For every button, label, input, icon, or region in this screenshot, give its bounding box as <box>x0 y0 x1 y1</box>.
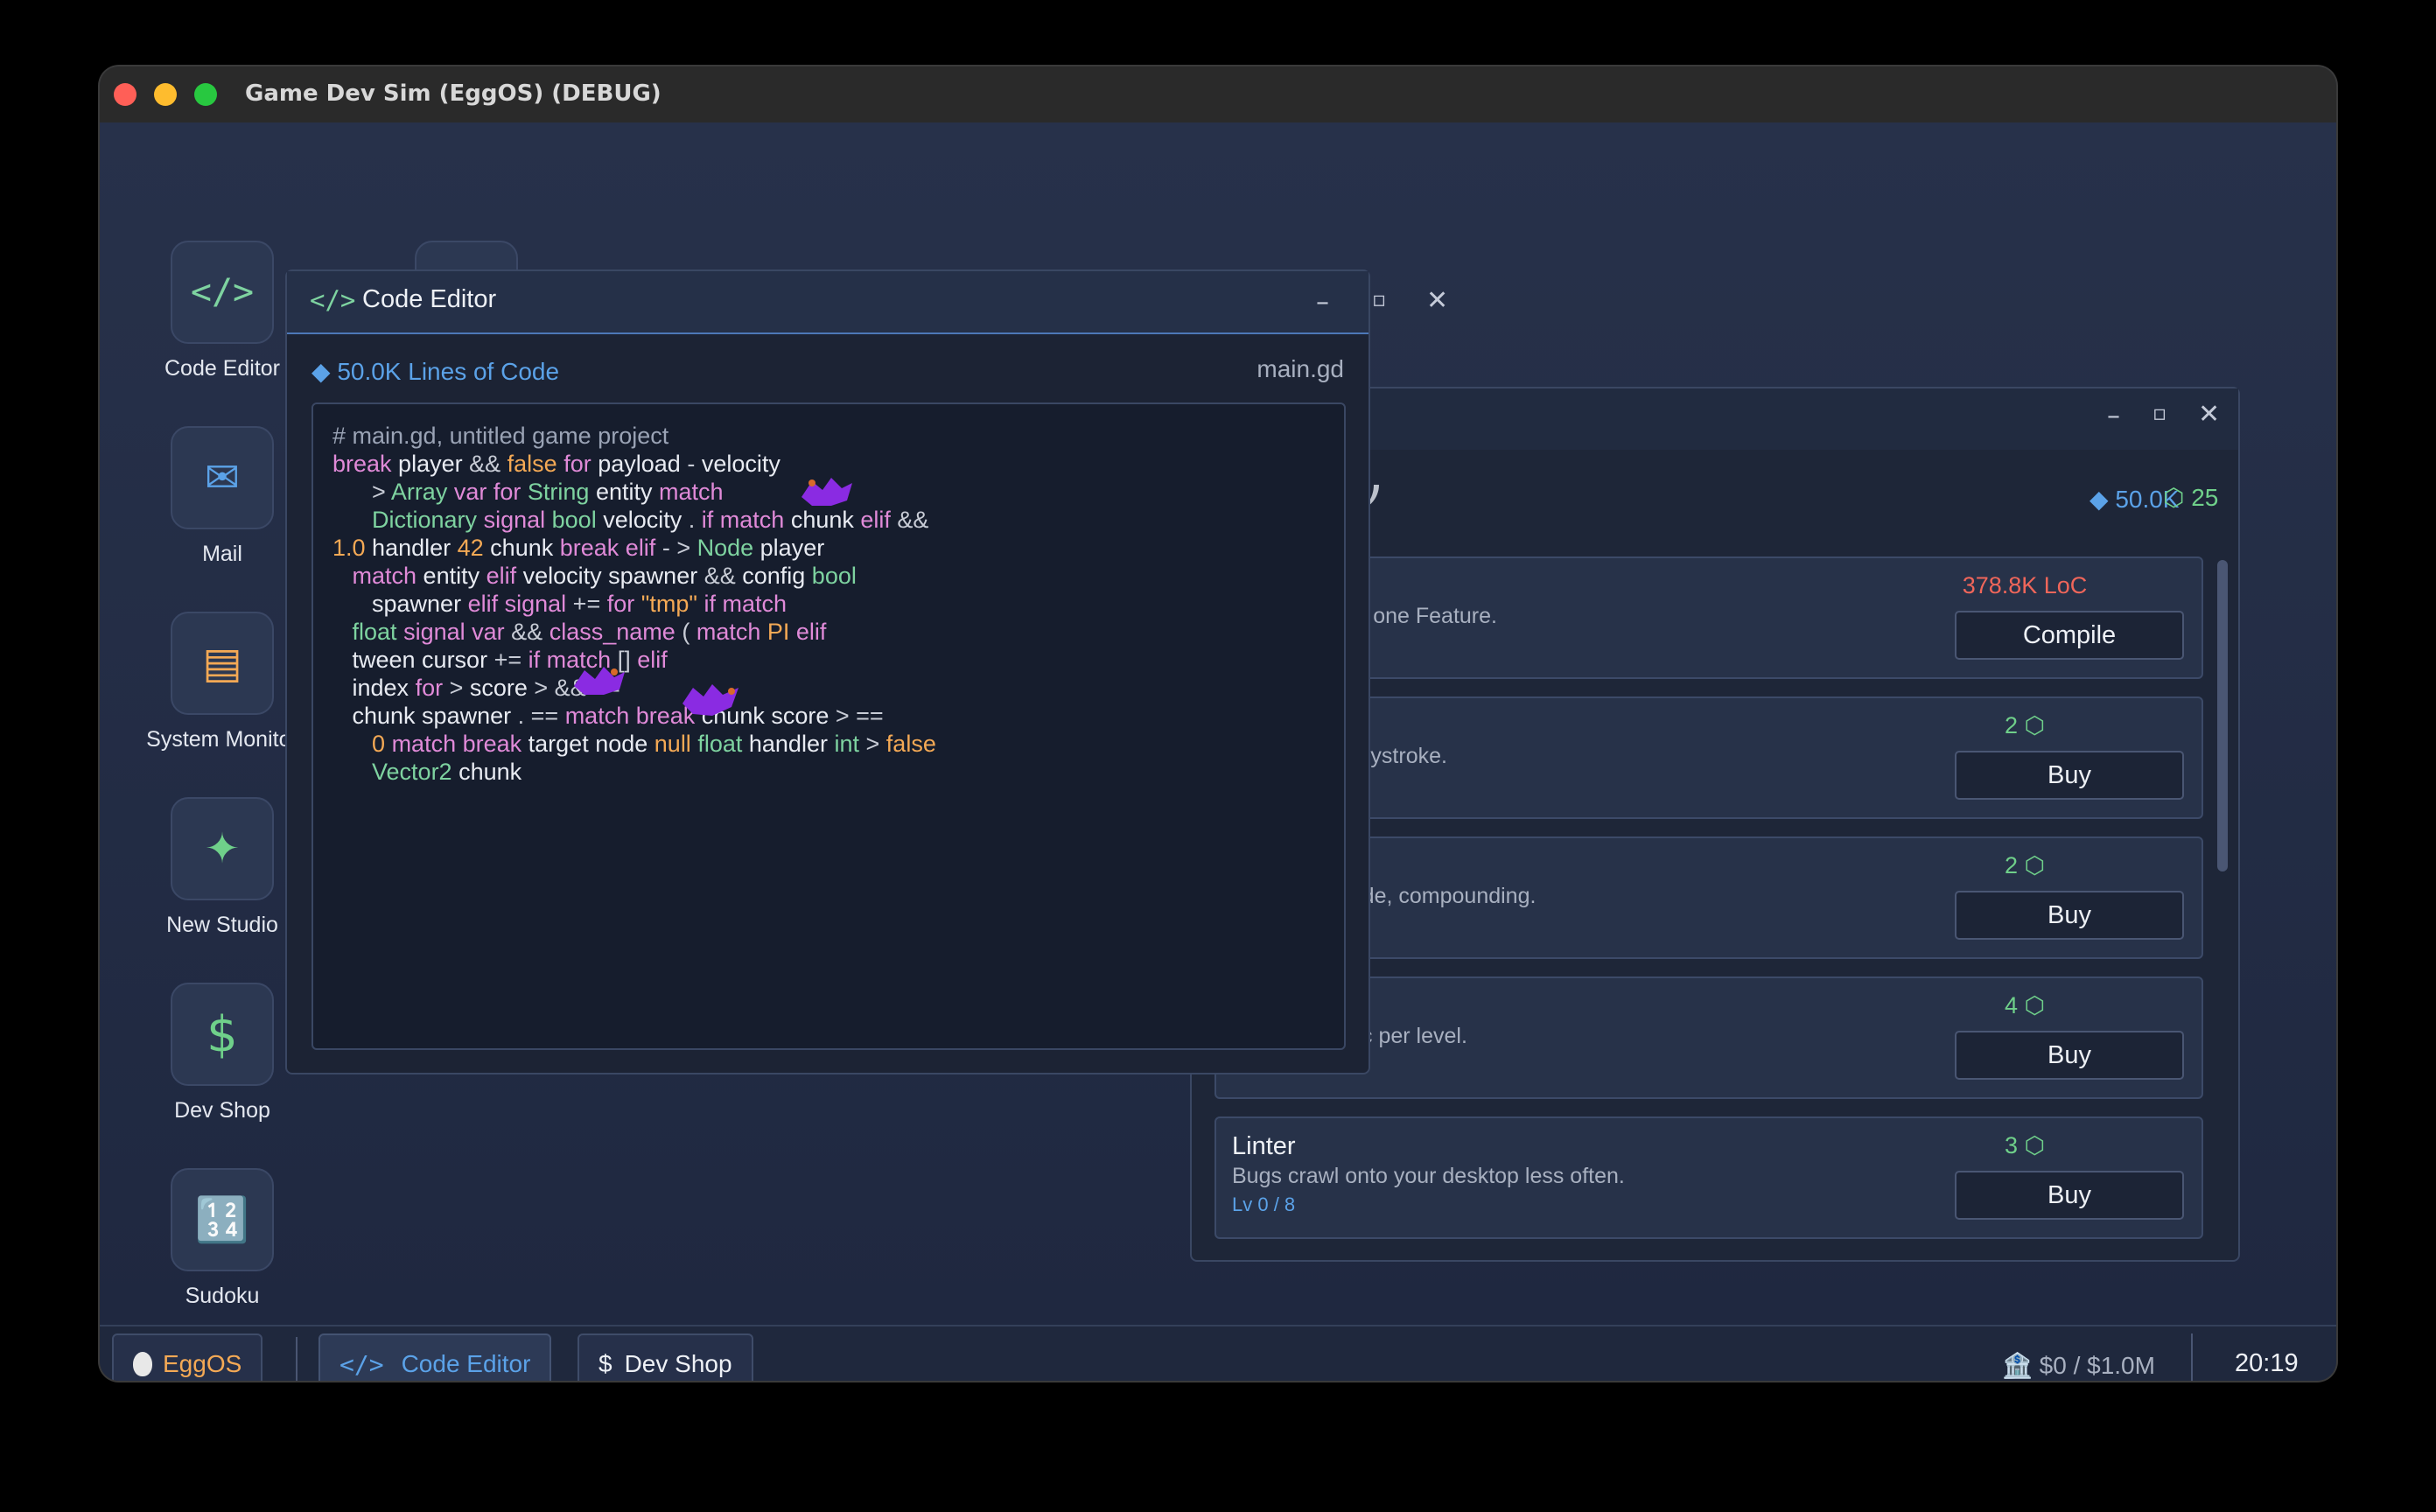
clock: 20:19 <box>2235 1349 2299 1377</box>
code-line: 1.0 handler 42 chunk break elif - > Node… <box>332 535 825 561</box>
window-title: Game Dev Sim (EggOS) (DEBUG) <box>245 80 662 107</box>
code-line: spawner elif signal += for "tmp" if matc… <box>332 591 788 617</box>
zoom-window-button[interactable] <box>194 83 217 106</box>
shop-item-desc: Bugs crawl onto your desktop less often. <box>1232 1164 1625 1188</box>
start-button[interactable]: EggOS <box>112 1334 263 1381</box>
bug-icon[interactable] <box>569 660 628 702</box>
taskbar-app-dev-shop[interactable]: $ Dev Shop <box>578 1334 753 1381</box>
buy-button[interactable]: Buy <box>1955 891 2184 940</box>
shop-item-name: Linter <box>1232 1132 1296 1160</box>
sparkle-icon: ✦ <box>171 797 274 900</box>
taskbar: EggOS </> Code Editor $ Dev Shop 🏦 $0 / … <box>100 1325 2336 1381</box>
code-line: match entity elif velocity spawner && co… <box>352 563 857 589</box>
dollar-icon: $ <box>171 983 274 1086</box>
close-icon[interactable]: ✕ <box>1426 285 1448 316</box>
desktop-icon-label: Code Editor <box>164 356 281 381</box>
code-line: # main.gd, untitled game project <box>332 423 669 449</box>
desktop-icon-system-monitor[interactable]: ▤ System Monitor <box>144 612 301 752</box>
code-editor-window: </> Code Editor – ▫ ✕ ◆ 50.0K Lines of C… <box>285 270 1448 1074</box>
desktop-icon-label: Sudoku <box>185 1284 260 1308</box>
desktop-icon-label: New Studio <box>166 913 278 937</box>
code-line: tween cursor += if match [] elif <box>332 647 668 673</box>
shop-item-linter: Linter Bugs crawl onto your desktop less… <box>1214 1116 2203 1239</box>
desktop-icon-label: Mail <box>202 542 242 566</box>
desktop-icon-code-editor[interactable]: </> Code Editor <box>144 241 301 382</box>
game-window: Game Dev Sim (EggOS) (DEBUG) </> Code Ed… <box>100 66 2336 1381</box>
bug-icon[interactable] <box>677 677 744 721</box>
window-titlebar[interactable]: Game Dev Sim (EggOS) (DEBUG) <box>100 66 2336 122</box>
sudoku-icon: 🔢 <box>171 1168 274 1271</box>
close-icon[interactable]: ✕ <box>2198 399 2220 430</box>
buy-button[interactable]: Buy <box>1955 1171 2184 1220</box>
dollar-icon: $ <box>598 1350 612 1377</box>
desktop-icon-label: Dev Shop <box>174 1098 270 1123</box>
maximize-icon[interactable]: ▫ <box>2152 401 2166 425</box>
maximize-icon[interactable]: ▫ <box>1372 287 1386 312</box>
code-icon: </> <box>171 241 274 344</box>
code-area[interactable]: # main.gd, untitled game project break p… <box>312 402 1346 1050</box>
taskbar-app-label: Dev Shop <box>624 1350 732 1377</box>
taskbar-divider <box>296 1337 298 1381</box>
egg-icon <box>133 1352 152 1376</box>
shop-coin-stat: ⬡ 25 <box>2163 484 2219 511</box>
buy-button[interactable]: Buy <box>1955 751 2184 800</box>
desktop-icon-dev-shop[interactable]: $ Dev Shop <box>144 983 301 1124</box>
code-line: 0 match break target node null float han… <box>372 731 936 757</box>
compile-button[interactable]: Compile <box>1955 611 2184 660</box>
money-readout: 🏦 $0 / $1.0M <box>2002 1352 2155 1379</box>
code-line: chunk spawner . == match break chunk sco… <box>332 703 884 729</box>
desktop: </> Code Editor ✉ Mail ▤ System Monitor … <box>100 122 2336 1325</box>
taskbar-app-code-editor[interactable]: </> Code Editor <box>318 1334 552 1381</box>
desktop-icon-new-studio[interactable]: ✦ New Studio <box>144 797 301 938</box>
shop-item-price: 378.8K LoC <box>1962 572 2088 598</box>
minimize-icon[interactable]: – <box>2107 401 2120 431</box>
taskbar-divider <box>2191 1334 2193 1381</box>
code-icon: </> <box>340 1349 384 1379</box>
code-line: Vector2 chunk <box>372 759 522 785</box>
desktop-icon-label: System Monitor <box>146 727 298 752</box>
code-line: float signal var && class_name ( match P… <box>352 619 827 645</box>
shop-item-price: 4 ⬡ <box>2004 992 2046 1018</box>
filename-label: main.gd <box>1256 355 1344 382</box>
shop-item-price: 2 ⬡ <box>2004 852 2046 878</box>
monitor-icon: ▤ <box>171 612 274 715</box>
buy-button[interactable]: Buy <box>1955 1031 2184 1080</box>
bug-icon[interactable] <box>796 471 856 513</box>
taskbar-app-label: Code Editor <box>401 1350 531 1377</box>
code-icon: </> <box>310 285 356 315</box>
code-editor-title: Code Editor <box>362 285 497 313</box>
shop-item-price: 3 ⬡ <box>2004 1132 2046 1158</box>
code-line: index for > score > && += <box>332 675 620 701</box>
mail-icon: ✉ <box>171 426 274 529</box>
close-window-button[interactable] <box>114 83 136 106</box>
code-editor-titlebar[interactable]: </> Code Editor – ▫ ✕ <box>287 271 1448 334</box>
minimize-window-button[interactable] <box>154 83 177 106</box>
minimize-icon[interactable]: – <box>1316 287 1329 318</box>
loc-counter: ◆ 50.0K Lines of Code <box>312 358 560 385</box>
scrollbar-thumb[interactable] <box>2217 560 2228 872</box>
start-label: EggOS <box>163 1350 242 1377</box>
desktop-icon-mail[interactable]: ✉ Mail <box>144 426 301 567</box>
shop-item-price: 2 ⬡ <box>2004 712 2046 738</box>
desktop-icon-sudoku[interactable]: 🔢 Sudoku <box>144 1168 301 1309</box>
shop-item-level: Lv 0 / 8 <box>1232 1194 1296 1215</box>
